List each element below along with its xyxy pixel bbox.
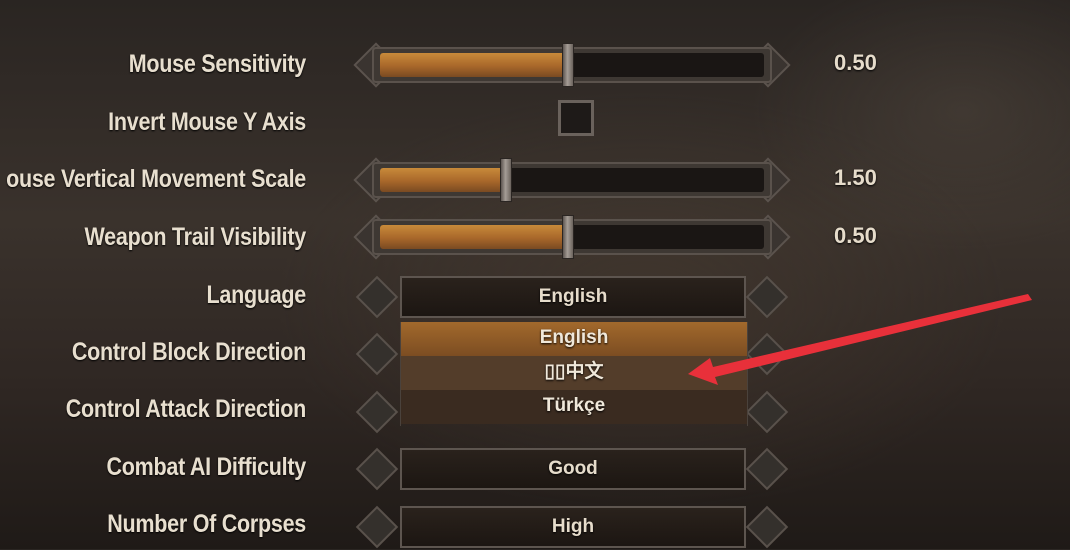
annotation-arrow-icon xyxy=(688,294,1032,385)
